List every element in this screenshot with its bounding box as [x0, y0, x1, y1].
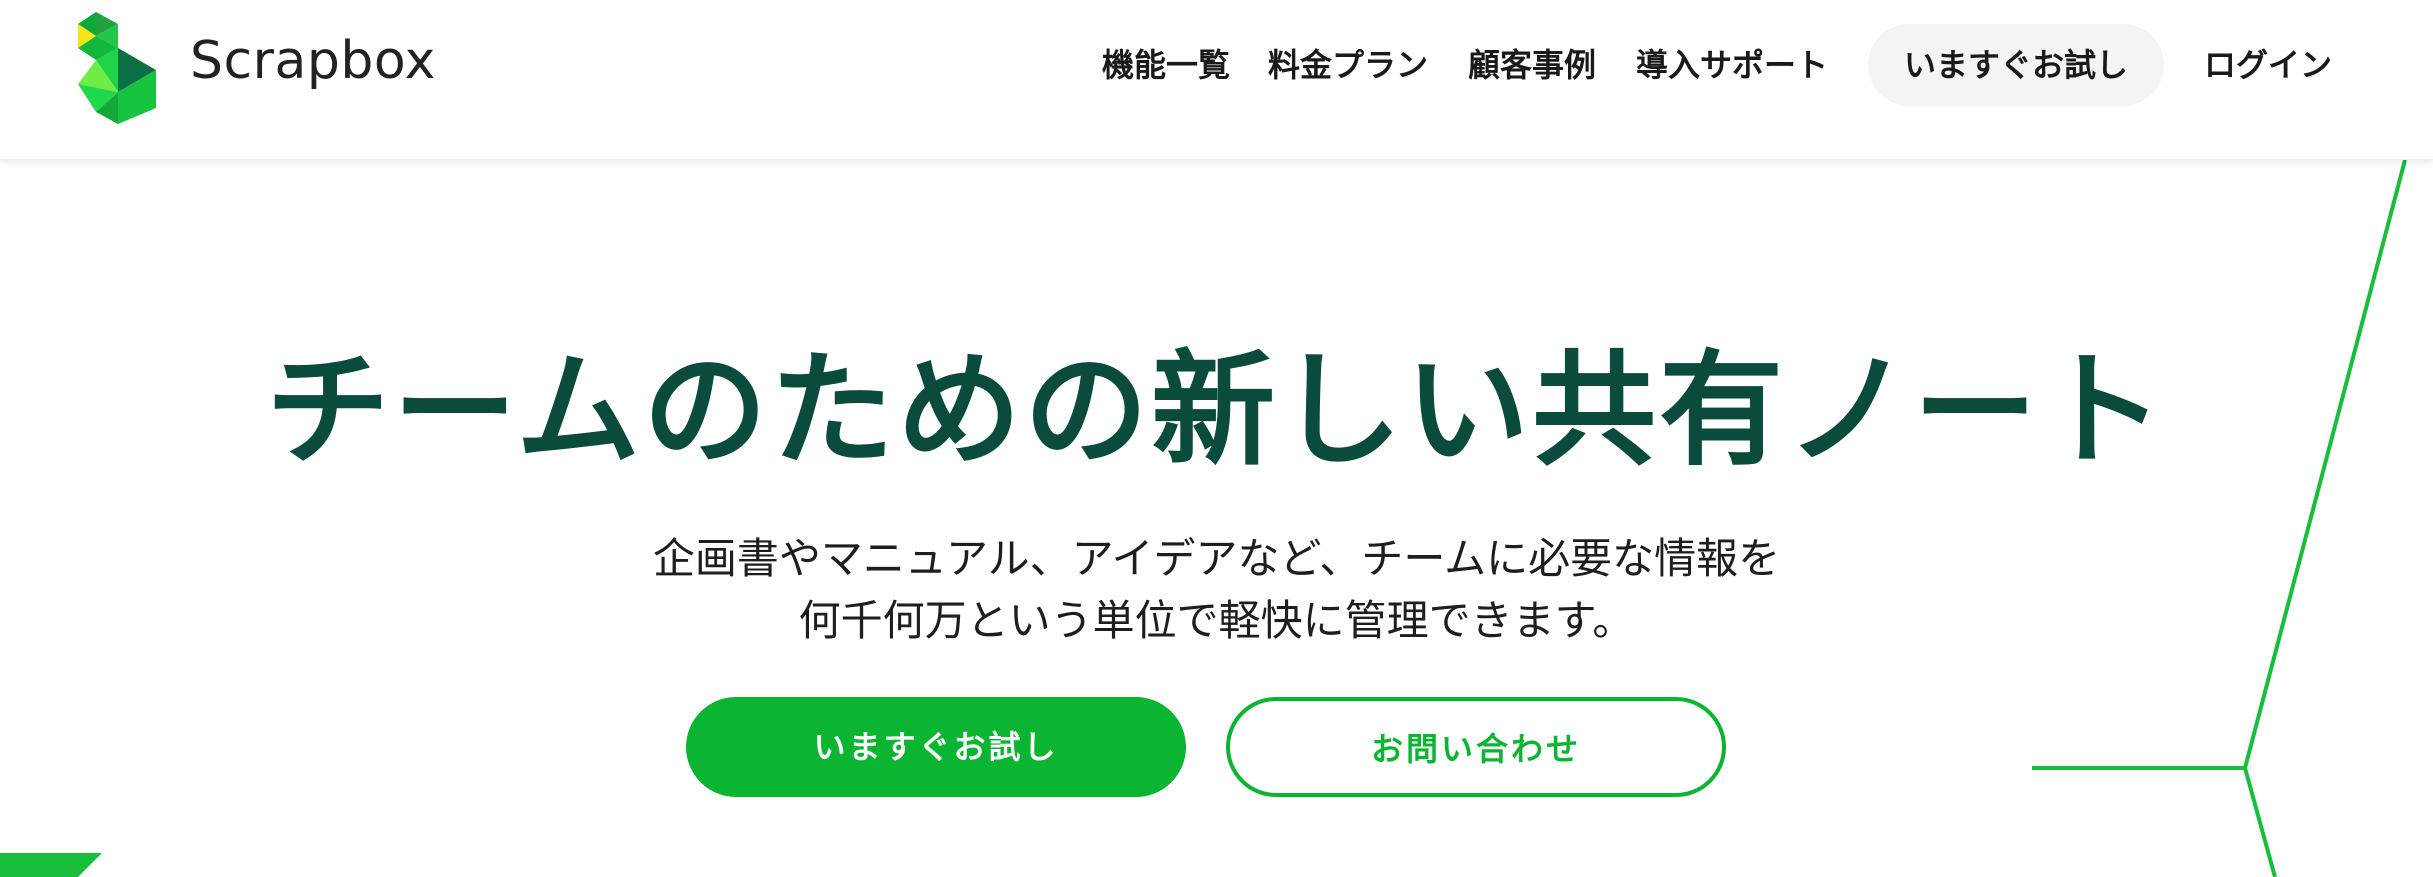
nav-link-cases[interactable]: 顧客事例	[1468, 40, 1596, 90]
contact-button[interactable]: お問い合わせ	[1226, 697, 1726, 797]
hero-title: チームのための新しい共有ノート	[265, 339, 2168, 483]
hero-description: 企画書やマニュアル、アイデアなど、チームに必要な情報を 何千何万という単位で軽快…	[0, 528, 2433, 652]
scrapbox-logo-icon[interactable]	[78, 12, 158, 124]
try-now-button[interactable]: いますぐお試し	[686, 697, 1186, 797]
nav-link-support[interactable]: 導入サポート	[1636, 40, 1828, 90]
hero-description-line: 何千何万という単位で軽快に管理できます。	[798, 596, 1635, 645]
corner-shape	[0, 853, 102, 877]
nav-trial-button[interactable]: いますぐお試し	[1868, 24, 2164, 106]
page: Scrapbox 機能一覧 料金プラン 顧客事例 導入サポート いますぐお試し …	[0, 0, 2433, 877]
site-header: Scrapbox 機能一覧 料金プラン 顧客事例 導入サポート いますぐお試し …	[0, 0, 2433, 160]
nav-login-link[interactable]: ログイン	[2204, 40, 2332, 90]
hero-description-line: 企画書やマニュアル、アイデアなど、チームに必要な情報を	[652, 534, 1781, 583]
decoration-line	[2242, 159, 2407, 877]
nav-link-features[interactable]: 機能一覧	[1102, 40, 1230, 90]
brand-name[interactable]: Scrapbox	[190, 30, 436, 92]
nav-link-pricing[interactable]: 料金プラン	[1268, 40, 1428, 90]
